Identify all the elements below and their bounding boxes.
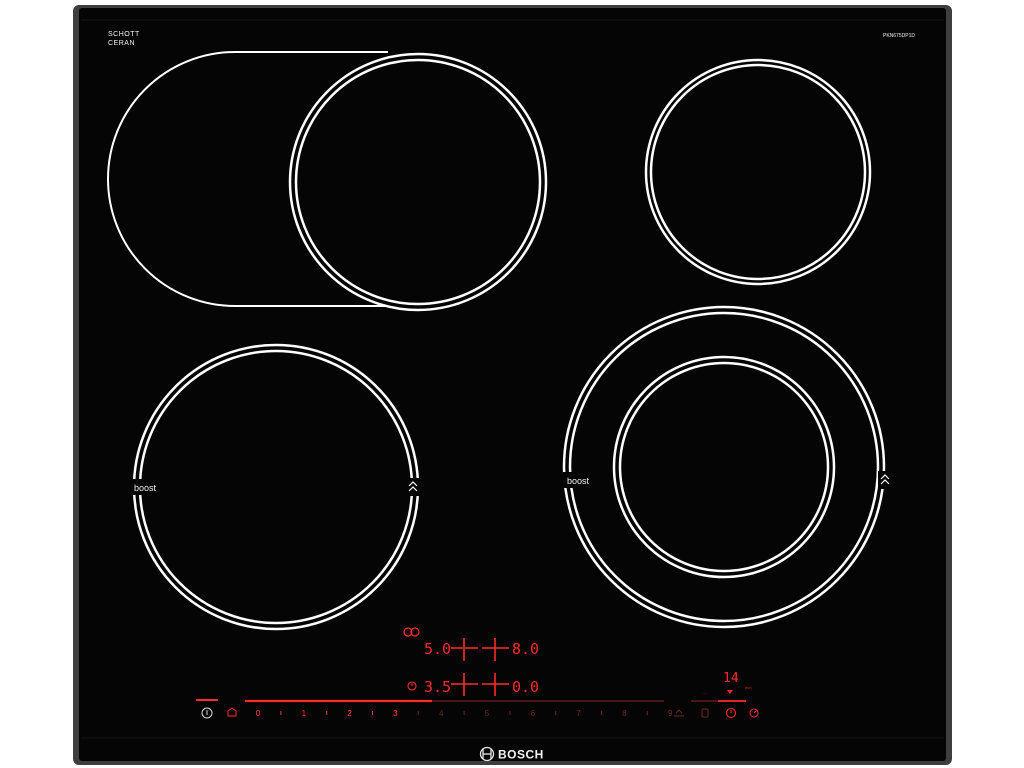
front-right-boost-label: boost [567, 476, 590, 486]
bosch-wordmark: BOSCH [498, 748, 544, 762]
zone-display-bottom-right: 0.0 [512, 678, 539, 696]
slider-level-2[interactable]: 2 [347, 709, 352, 718]
slider-level-4[interactable]: 4 [439, 709, 444, 718]
maker-line-1: SCHOTT [108, 31, 140, 38]
cooktop-glass-panel: SCHOTT CERAN PKN675DP1D boost boost 5.0 … [73, 5, 952, 765]
slider-level-9[interactable]: 9 [668, 709, 673, 718]
timer-value: 14 [723, 671, 739, 686]
front-left-boost-label: boost [134, 483, 157, 493]
zone-display-top-left: 5.0 [424, 640, 451, 658]
slider-level-3[interactable]: 3 [393, 709, 398, 718]
zone-display-bottom-left: 3.5 [424, 678, 451, 696]
slider-level-5[interactable]: 5 [485, 709, 490, 718]
zone-display-top-right: 8.0 [512, 640, 539, 658]
slider-level-1[interactable]: 1 [302, 709, 307, 718]
svg-text:—: — [703, 690, 707, 695]
slider-level-6[interactable]: 6 [531, 709, 536, 718]
slider-level-8[interactable]: 8 [622, 709, 627, 718]
timer-unit: min [745, 685, 751, 690]
model-number: PKN675DP1D [883, 33, 915, 39]
maker-line-2: CERAN [108, 40, 135, 47]
slider-level-0[interactable]: 0 [256, 709, 261, 718]
slider-level-7[interactable]: 7 [576, 709, 581, 718]
